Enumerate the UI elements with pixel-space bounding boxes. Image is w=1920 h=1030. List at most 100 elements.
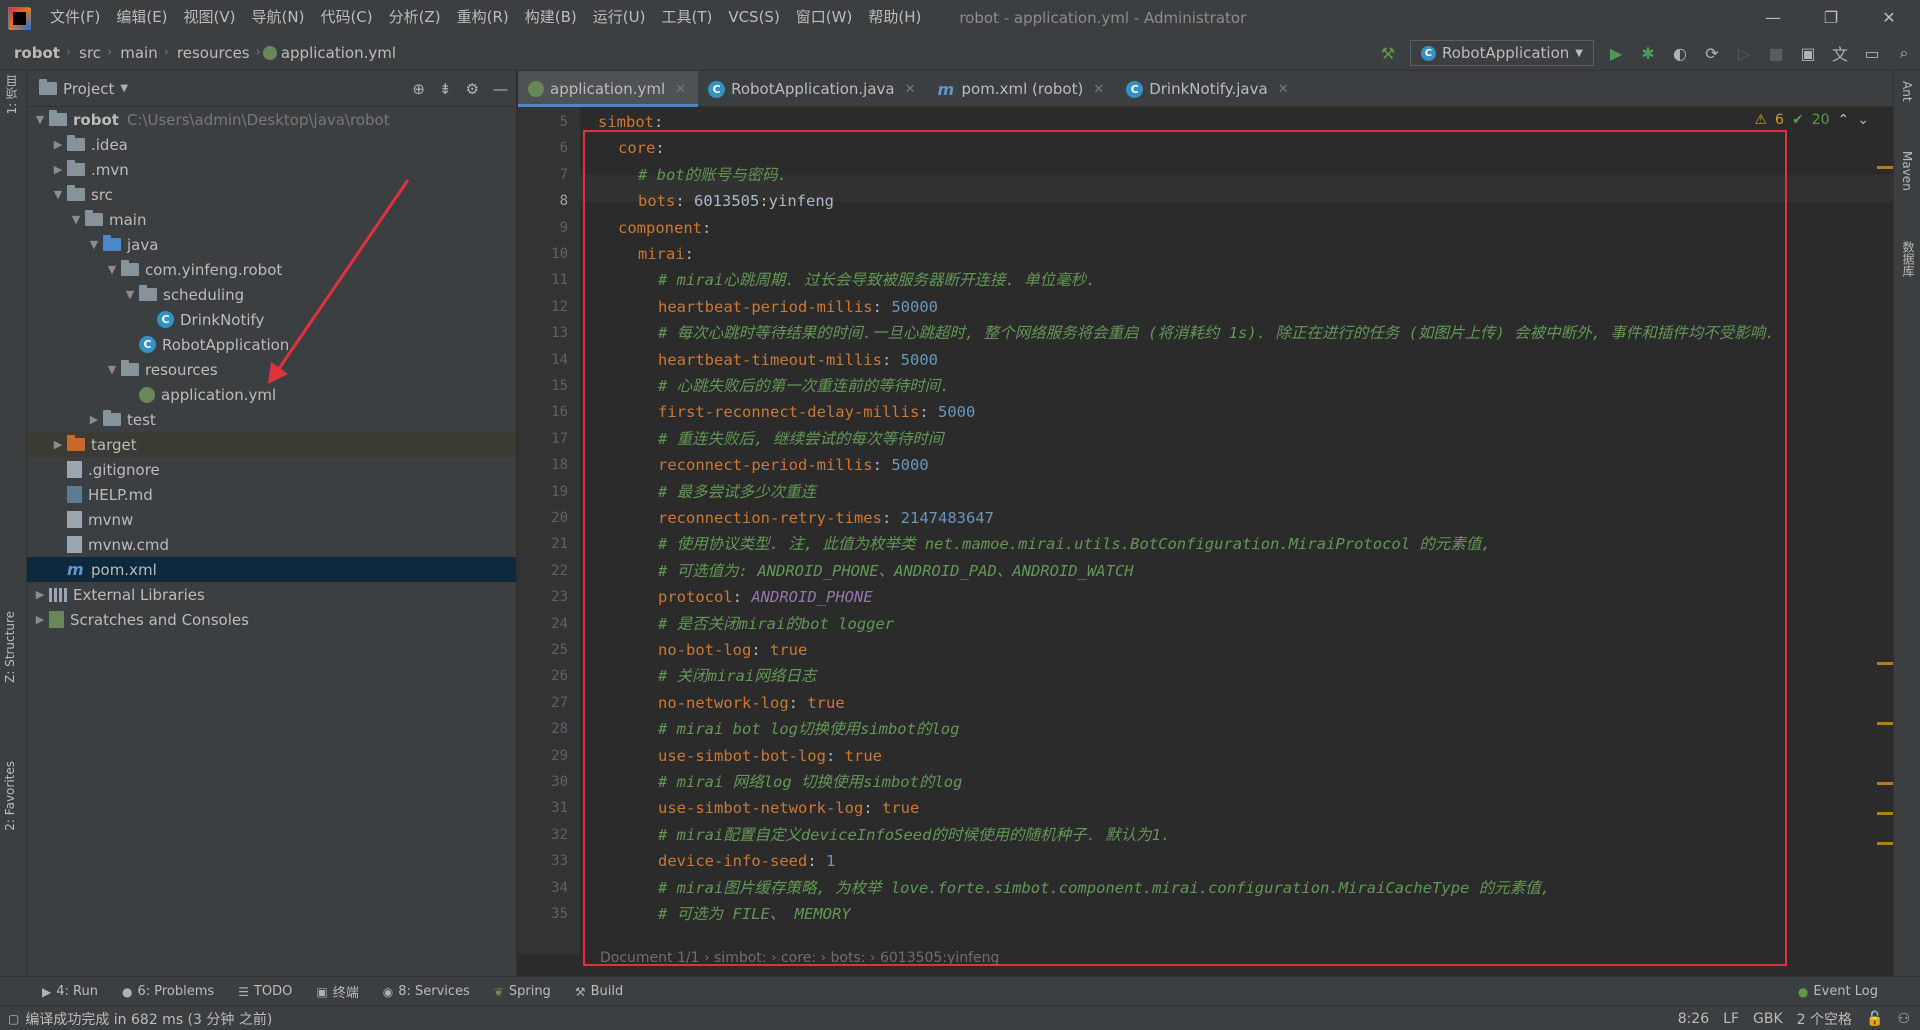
line-number[interactable]: 32 <box>518 822 580 848</box>
breadcrumb-src[interactable]: src <box>73 44 105 62</box>
line-number[interactable]: 6 <box>518 135 580 161</box>
line-number[interactable]: 25 <box>518 637 580 663</box>
profile-icon[interactable]: ⟳ <box>1696 35 1728 71</box>
tree-node-scratches[interactable]: ▶ Scratches and Consoles <box>27 607 516 632</box>
close-icon[interactable]: ✕ <box>1093 82 1104 97</box>
tree-node-mvn[interactable]: ▶ .mvn <box>27 157 516 182</box>
close-icon[interactable]: ✕ <box>1278 82 1289 97</box>
project-view-selector[interactable]: Project <box>63 80 114 98</box>
chevron-down-icon[interactable]: ⌄ <box>1857 112 1869 128</box>
chevron-right-icon[interactable]: ▶ <box>49 163 67 176</box>
tree-node-test[interactable]: ▶ test <box>27 407 516 432</box>
chevron-down-icon[interactable]: ▼ <box>67 213 85 226</box>
line-number[interactable]: 15 <box>518 373 580 399</box>
tree-node-help-md[interactable]: HELP.md <box>27 482 516 507</box>
maximize-button[interactable]: ❐ <box>1802 0 1860 35</box>
gear-icon[interactable]: ⚙ <box>466 80 479 98</box>
line-number[interactable]: 17 <box>518 426 580 452</box>
line-number[interactable]: 33 <box>518 848 580 874</box>
line-number[interactable]: 31 <box>518 795 580 821</box>
line-number[interactable]: 29 <box>518 743 580 769</box>
inspection-widget[interactable]: ⚠ 6 ✔ 20 ⌃ ⌄ <box>1754 112 1869 128</box>
menu-view[interactable]: 视图(V) <box>176 0 244 35</box>
line-number[interactable]: 14 <box>518 347 580 373</box>
chevron-right-icon[interactable]: ▶ <box>31 588 49 601</box>
chevron-down-icon[interactable]: ▼ <box>120 83 128 94</box>
breadcrumb-resources[interactable]: resources <box>171 44 254 62</box>
locate-icon[interactable]: ⊕ <box>412 80 425 98</box>
line-number[interactable]: 11 <box>518 267 580 293</box>
error-stripe-marker[interactable] <box>1877 166 1893 169</box>
line-number[interactable]: 34 <box>518 875 580 901</box>
tree-node-java[interactable]: ▼ java <box>27 232 516 257</box>
minimize-button[interactable]: — <box>1744 0 1802 35</box>
tree-node-drinknotify[interactable]: C DrinkNotify <box>27 307 516 332</box>
collapse-all-icon[interactable]: ⇟ <box>439 80 452 98</box>
indent-setting[interactable]: 2 个空格 <box>1797 1009 1852 1029</box>
tree-node-robotapplication[interactable]: C RobotApplication <box>27 332 516 357</box>
line-number[interactable]: 7 <box>518 162 580 188</box>
line-number[interactable]: 5 <box>518 109 580 135</box>
line-number[interactable]: 8 <box>518 188 580 214</box>
error-stripe-marker[interactable] <box>1877 842 1893 845</box>
menu-edit[interactable]: 编辑(E) <box>108 0 175 35</box>
menu-vcs[interactable]: VCS(S) <box>720 0 787 35</box>
project-tool-tab[interactable]: 1: 项目 <box>3 75 20 115</box>
hide-icon[interactable]: — <box>493 80 508 98</box>
memory-indicator-icon[interactable]: ⚇ <box>1897 1011 1910 1027</box>
line-number[interactable]: 28 <box>518 716 580 742</box>
tab-pom-xml[interactable]: m pom.xml (robot) ✕ <box>928 71 1117 107</box>
tree-node-external-libraries[interactable]: ▶ External Libraries <box>27 582 516 607</box>
line-number[interactable]: 23 <box>518 584 580 610</box>
menu-help[interactable]: 帮助(H) <box>860 0 929 35</box>
chevron-right-icon[interactable]: ▶ <box>49 138 67 151</box>
chevron-right-icon[interactable]: ▶ <box>31 613 49 626</box>
line-number[interactable]: 13 <box>518 320 580 346</box>
line-number[interactable]: 18 <box>518 452 580 478</box>
terminal-tool-button[interactable]: ▣ 终端 <box>304 982 370 1002</box>
maven-tool-tab[interactable]: Maven <box>1900 151 1914 191</box>
tree-node-robot[interactable]: ▼ robot C:\Users\admin\Desktop\java\robo… <box>27 107 516 132</box>
line-number[interactable]: 16 <box>518 399 580 425</box>
breadcrumb-robot[interactable]: robot <box>0 44 64 62</box>
tree-node-src[interactable]: ▼ src <box>27 182 516 207</box>
line-number[interactable]: 27 <box>518 690 580 716</box>
line-number[interactable]: 24 <box>518 611 580 637</box>
search-icon[interactable]: ⌕ <box>1888 35 1920 71</box>
chevron-down-icon[interactable]: ▼ <box>103 363 121 376</box>
chevron-down-icon[interactable]: ▼ <box>85 238 103 251</box>
line-number[interactable]: 12 <box>518 294 580 320</box>
menu-refactor[interactable]: 重构(R) <box>449 0 517 35</box>
chevron-right-icon[interactable]: ▶ <box>85 413 103 426</box>
line-number[interactable]: 30 <box>518 769 580 795</box>
tab-drinknotify-java[interactable]: C DrinkNotify.java ✕ <box>1116 71 1300 107</box>
build-tool-button[interactable]: ⚒ Build <box>563 984 635 999</box>
close-icon[interactable]: ✕ <box>905 82 916 97</box>
menu-navigate[interactable]: 导航(N) <box>244 0 313 35</box>
project-structure-icon[interactable]: ▣ <box>1792 35 1824 71</box>
run-configuration-select[interactable]: C RobotApplication ▼ <box>1409 40 1594 66</box>
line-number[interactable]: 10 <box>518 241 580 267</box>
caret-position[interactable]: 8:26 <box>1678 1011 1709 1027</box>
chevron-up-icon[interactable]: ⌃ <box>1838 112 1850 128</box>
tree-node-package[interactable]: ▼ com.yinfeng.robot <box>27 257 516 282</box>
tab-application-yml[interactable]: application.yml ✕ <box>518 71 699 107</box>
build-hammer-icon[interactable]: ⚒ <box>1372 35 1404 71</box>
tab-robotapplication-java[interactable]: C RobotApplication.java ✕ <box>698 71 927 107</box>
services-tool-button[interactable]: ◉ 8: Services <box>371 984 482 999</box>
chevron-down-icon[interactable]: ▼ <box>103 263 121 276</box>
chevron-right-icon[interactable]: ▶ <box>49 438 67 451</box>
error-stripe-marker[interactable] <box>1877 782 1893 785</box>
line-number[interactable]: 19 <box>518 479 580 505</box>
translate-icon[interactable]: 文 <box>1824 35 1856 71</box>
status-message-area[interactable]: ▢ 编译成功完成 in 682 ms (3 分钟 之前) <box>8 1009 272 1029</box>
tree-node-scheduling[interactable]: ▼ scheduling <box>27 282 516 307</box>
line-number[interactable]: 26 <box>518 663 580 689</box>
database-tool-tab[interactable]: 数据库 <box>1900 241 1917 277</box>
run-icon[interactable]: ▶ <box>1600 35 1632 71</box>
structure-tool-tab[interactable]: Z: Structure <box>3 611 17 683</box>
menu-code[interactable]: 代码(C) <box>312 0 380 35</box>
tree-node-resources[interactable]: ▼ resources <box>27 357 516 382</box>
breadcrumb-main[interactable]: main <box>114 44 161 62</box>
layout-toggle-icon[interactable]: ▢ <box>8 1012 19 1026</box>
